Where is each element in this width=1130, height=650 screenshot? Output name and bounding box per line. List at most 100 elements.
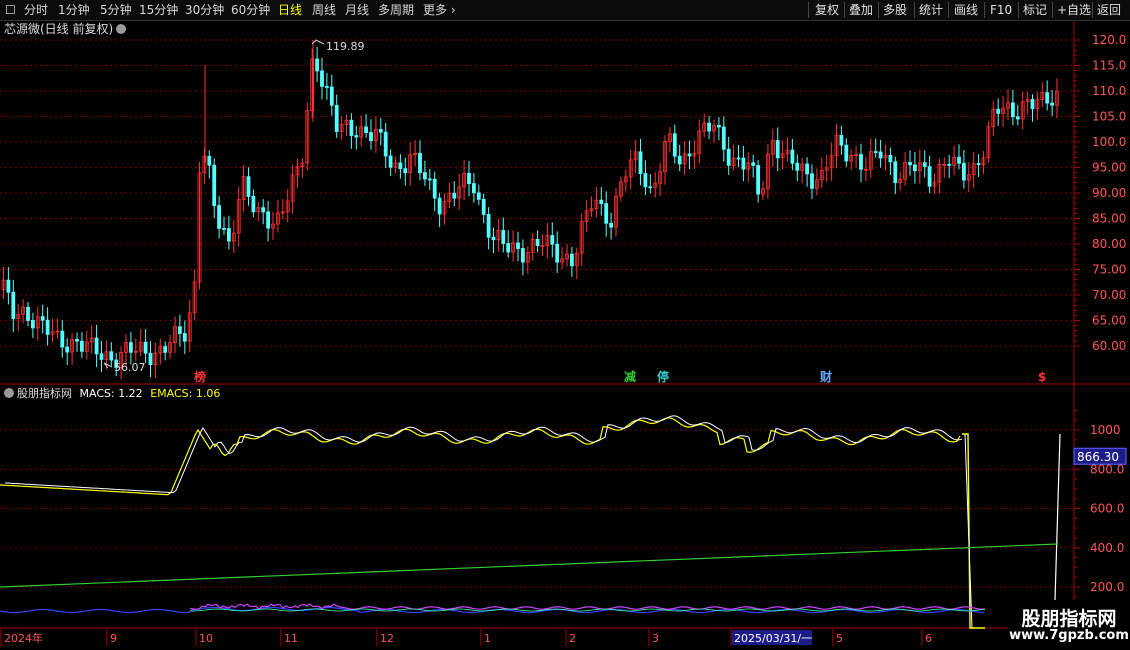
candle-body bbox=[364, 126, 369, 133]
macs-rebound bbox=[1054, 433, 1061, 601]
candle-body bbox=[927, 166, 932, 187]
candle-body bbox=[717, 125, 721, 128]
price-tick-label: 100.0 bbox=[1092, 135, 1126, 149]
candle-body bbox=[790, 149, 795, 164]
price-tick-label: 120.0 bbox=[1092, 33, 1126, 47]
time-tick-label: 3 bbox=[652, 632, 659, 645]
price-tick-label: 105.0 bbox=[1092, 110, 1126, 124]
candle-body bbox=[324, 85, 329, 88]
candle-body bbox=[217, 205, 222, 229]
time-tick-label: 2 bbox=[569, 632, 576, 645]
candle-body bbox=[1011, 102, 1015, 118]
emacs-line bbox=[0, 417, 961, 496]
indicator-tick-label: 600.0 bbox=[1090, 502, 1124, 516]
macs-line bbox=[4, 415, 963, 494]
time-tick-label: 10 bbox=[199, 632, 213, 645]
candle-body bbox=[369, 132, 373, 142]
candle-body bbox=[859, 154, 863, 170]
chevron-down-icon[interactable] bbox=[116, 23, 127, 34]
candle-body bbox=[163, 346, 168, 353]
candle-body bbox=[452, 192, 457, 199]
candle-body bbox=[609, 222, 613, 228]
candle-body bbox=[467, 172, 471, 185]
candle-body bbox=[957, 156, 961, 164]
event-marker: 财 bbox=[819, 369, 832, 384]
candle-body bbox=[432, 178, 437, 199]
time-tick-label: 5 bbox=[836, 632, 843, 645]
candle-body bbox=[30, 320, 35, 329]
candle-body bbox=[65, 346, 70, 353]
price-tick-label: 80.00 bbox=[1092, 237, 1126, 251]
candle-body bbox=[148, 352, 153, 365]
time-tick-label: 12 bbox=[380, 632, 394, 645]
indicator-tick-label: 1000 bbox=[1090, 423, 1121, 437]
candle-body bbox=[398, 162, 403, 170]
price-tick-label: 110.0 bbox=[1092, 84, 1126, 98]
indicator-series bbox=[0, 415, 1061, 629]
candle-body bbox=[128, 342, 133, 353]
price-tick-label: 70.00 bbox=[1092, 288, 1126, 302]
candle-body bbox=[476, 192, 481, 200]
candle-body bbox=[976, 163, 981, 166]
candle-body bbox=[315, 58, 320, 72]
emacs-value: EMACS: 1.06 bbox=[150, 387, 221, 400]
candle-body bbox=[418, 152, 422, 173]
candle-body bbox=[45, 319, 50, 335]
candle-body bbox=[1050, 102, 1054, 106]
event-marker: 减 bbox=[624, 369, 636, 384]
trend-line bbox=[0, 543, 1059, 588]
candle-body bbox=[437, 197, 442, 215]
grid-lines bbox=[0, 21, 1130, 629]
emacs-drop bbox=[962, 433, 985, 629]
indicator-tick-label: 200.0 bbox=[1090, 580, 1124, 594]
candle-body bbox=[94, 337, 99, 355]
candle-body bbox=[996, 108, 1001, 114]
candle-body bbox=[1015, 116, 1020, 120]
candle-body bbox=[506, 243, 511, 253]
indicator-tick-label: 400.0 bbox=[1090, 541, 1124, 555]
price-tick-label: 60.00 bbox=[1092, 339, 1126, 353]
candle-body bbox=[378, 128, 383, 133]
candle-body bbox=[99, 353, 104, 360]
time-tick-label: 11 bbox=[284, 632, 298, 645]
candle-body bbox=[246, 176, 251, 197]
candle-body bbox=[873, 151, 878, 153]
candle-body bbox=[643, 173, 648, 188]
candle-body bbox=[805, 163, 809, 175]
candle-body bbox=[677, 155, 682, 165]
candle-body bbox=[947, 163, 952, 166]
chart-canvas: 119.89 56.07 榜 减 停 财 $ 120.0 115.0 110.0 105.0 100… bbox=[0, 21, 1130, 646]
candle-body bbox=[207, 155, 212, 166]
candle-body bbox=[707, 122, 711, 132]
indicator-title-bar: 股朋指标网 MACS: 1.22 EMACS: 1.06 bbox=[4, 386, 220, 402]
candle-body bbox=[721, 126, 726, 150]
time-tick-label: 6 bbox=[925, 632, 932, 645]
candle-body bbox=[427, 178, 432, 181]
candle-body bbox=[844, 144, 849, 162]
candle-body bbox=[60, 330, 65, 348]
watermark-title: 股朋指标网 bbox=[1021, 608, 1117, 630]
candle-body bbox=[908, 161, 912, 166]
macs-value: MACS: 1.22 bbox=[79, 387, 143, 400]
current-value-label: 866.30 bbox=[1077, 450, 1119, 464]
candle-body bbox=[687, 153, 692, 157]
time-tick-label: 9 bbox=[110, 632, 117, 645]
candle-body bbox=[878, 151, 883, 159]
candle-body bbox=[604, 203, 609, 224]
chevron-down-icon[interactable] bbox=[4, 388, 14, 398]
candle-body bbox=[80, 340, 84, 352]
watermark: 股朋指标网 www.7gpzb.com bbox=[1008, 600, 1130, 650]
event-marker: $ bbox=[1038, 370, 1046, 384]
baseline-magenta bbox=[189, 603, 986, 611]
candlestick-series: 119.89 56.07 榜 减 停 财 $ bbox=[1, 39, 1059, 384]
candle-body bbox=[1045, 92, 1050, 104]
candle-body bbox=[638, 151, 643, 174]
candle-body bbox=[354, 135, 359, 138]
candle-body bbox=[726, 148, 731, 166]
candle-body bbox=[775, 140, 780, 159]
candle-body bbox=[501, 229, 506, 244]
candle-body bbox=[893, 161, 898, 184]
indicator-name: 股朋指标网 bbox=[17, 387, 72, 400]
candle-body bbox=[383, 131, 388, 157]
candle-body bbox=[422, 172, 427, 180]
